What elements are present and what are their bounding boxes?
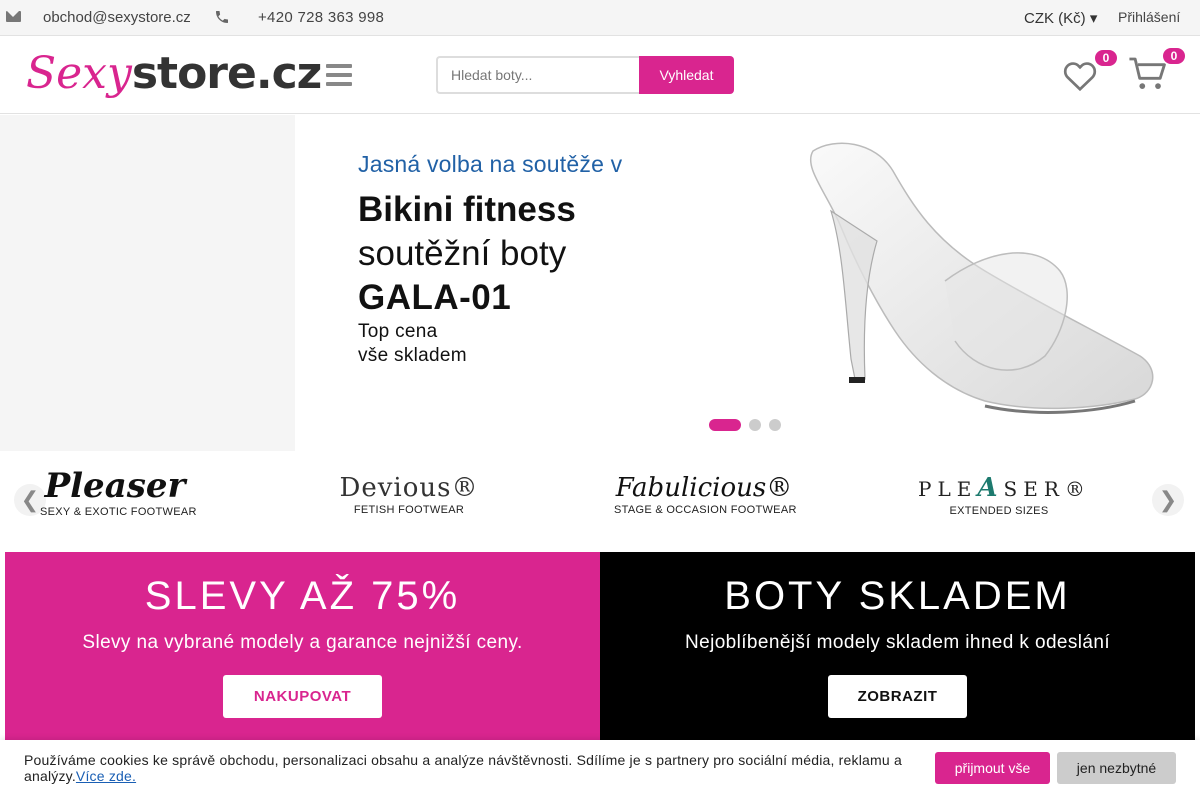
logo[interactable]: Sexystore.cz <box>26 46 322 106</box>
brand-carousel: ❮ Pleaser SEXY & EXOTIC FOOTWEAR Devious… <box>0 460 1200 546</box>
hero-model: GALA-01 <box>358 278 512 317</box>
slider-dot-1[interactable] <box>709 419 741 431</box>
wishlist-button[interactable]: 0 <box>1062 50 1117 92</box>
essential-only-button[interactable]: jen nezbytné <box>1057 752 1176 784</box>
shop-now-button[interactable]: NAKUPOVAT <box>223 675 382 718</box>
brand-name: Pleaser <box>44 466 186 506</box>
cart-count-badge: 0 <box>1163 48 1185 64</box>
search-button[interactable]: Vyhledat <box>639 56 734 94</box>
show-button[interactable]: ZOBRAZIT <box>828 675 967 718</box>
in-stock-title: BOTY SKLADEM <box>724 574 1071 618</box>
search-form: Vyhledat <box>436 56 734 94</box>
heart-icon <box>1063 62 1097 92</box>
slider-dot-3[interactable] <box>769 419 781 431</box>
in-stock-text: Nejoblíbenější modely skladem ihned k od… <box>684 632 1111 653</box>
login-link[interactable]: Přihlášení <box>1118 9 1180 25</box>
cart-icon <box>1129 57 1166 89</box>
brand-devious[interactable]: Devious® FETISH FOOTWEAR <box>336 472 482 516</box>
brand-name: PLEASER® <box>918 473 1091 503</box>
hero-subtitle: soutěžní boty <box>358 234 567 273</box>
cart-button[interactable]: 0 <box>1128 48 1185 92</box>
hero-side-panel <box>0 115 295 451</box>
cookie-message: Používáme cookies ke správě obchodu, per… <box>24 752 902 784</box>
phone-link[interactable]: +420 728 363 998 <box>258 9 384 26</box>
cookie-bar: Používáme cookies ke správě obchodu, per… <box>0 740 1200 800</box>
currency-selector[interactable]: CZK (Kč) ▾ <box>1024 9 1097 27</box>
brand-name: Devious® <box>339 473 479 503</box>
brand-name: Fabulicious® <box>615 473 793 503</box>
accept-all-button[interactable]: přijmout vše <box>935 752 1050 784</box>
hamburger-icon[interactable] <box>326 64 352 86</box>
email-link[interactable]: obchod@sexystore.cz <box>43 9 191 26</box>
hero-title: Bikini fitness <box>358 190 576 229</box>
cookie-more-link[interactable]: Více zde. <box>76 768 136 784</box>
sale-text: Slevy na vybrané modely a garance nejniž… <box>82 632 523 653</box>
shoe-image <box>809 142 1154 414</box>
hero-stock-line: vše skladem <box>358 345 467 366</box>
brand-tagline: STAGE & OCCASION FOOTWEAR <box>614 504 797 516</box>
in-stock-banner: BOTY SKLADEM Nejoblíbenější modely sklad… <box>600 552 1195 740</box>
brand-tagline: EXTENDED SIZES <box>949 505 1049 517</box>
top-bar: obchod@sexystore.cz +420 728 363 998 CZK… <box>0 0 1200 36</box>
brand-pleaser-extended[interactable]: PLEASER® EXTENDED SIZES <box>918 472 1091 517</box>
sale-banner: SLEVY AŽ 75% Slevy na vybrané modely a g… <box>5 552 600 740</box>
logo-part-sexy: Sexy <box>26 48 132 99</box>
brand-pleaser[interactable]: Pleaser SEXY & EXOTIC FOOTWEAR <box>40 466 197 518</box>
brands-next-arrow[interactable]: ❯ <box>1152 484 1184 516</box>
hero-kicker: Jasná volba na soutěže v <box>358 151 623 177</box>
mail-icon <box>6 11 21 22</box>
hero-slider[interactable]: Jasná volba na soutěže v Bikini fitness … <box>295 115 1200 451</box>
brand-fabulicious[interactable]: Fabulicious® STAGE & OCCASION FOOTWEAR <box>614 472 797 516</box>
brand-tagline: FETISH FOOTWEAR <box>353 504 465 516</box>
cookie-text: Používáme cookies ke správě obchodu, per… <box>24 752 924 784</box>
phone-icon <box>216 11 228 23</box>
slider-dot-2[interactable] <box>749 419 761 431</box>
hero-price-line: Top cena <box>358 321 438 342</box>
wishlist-count-badge: 0 <box>1095 50 1117 66</box>
logo-part-store: store.cz <box>131 48 322 99</box>
header: Sexystore.cz Vyhledat 0 0 <box>0 36 1200 114</box>
brand-tagline: SEXY & EXOTIC FOOTWEAR <box>40 506 197 518</box>
sale-title: SLEVY AŽ 75% <box>144 574 461 618</box>
search-input[interactable] <box>436 56 639 94</box>
